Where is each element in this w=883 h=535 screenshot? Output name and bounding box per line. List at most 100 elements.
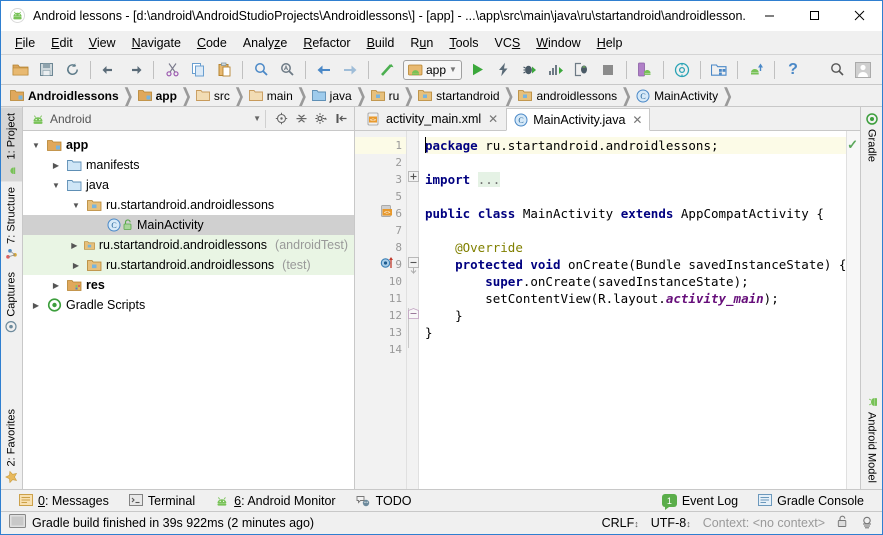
chevron-right-icon[interactable]: ▶ (29, 301, 43, 310)
menu-build[interactable]: Build (359, 33, 403, 53)
search-everywhere-icon[interactable] (825, 58, 849, 82)
debug-icon[interactable] (518, 58, 542, 82)
menu-navigate[interactable]: Navigate (124, 33, 189, 53)
toolwindow-terminal[interactable]: Terminal (119, 494, 205, 508)
tree-node-package-main[interactable]: ▼ ru.startandroid.androidlessons (23, 195, 354, 215)
attach-debugger-icon[interactable] (570, 58, 594, 82)
tree-node-app[interactable]: ▼ app (23, 135, 354, 155)
ok-check-icon[interactable]: ✓ (847, 137, 858, 153)
unlock-icon[interactable] (837, 515, 848, 531)
breadcrumb-item-mainactivity[interactable]: C MainActivity (633, 89, 721, 103)
hide-icon[interactable] (332, 110, 350, 128)
help-icon[interactable]: ? (781, 58, 805, 82)
redo-icon[interactable] (123, 58, 147, 82)
menu-analyze[interactable]: Analyze (235, 33, 295, 53)
save-all-icon[interactable] (34, 58, 58, 82)
avd-manager-icon[interactable] (633, 58, 657, 82)
sidebar-item-project[interactable]: 1: Project (1, 107, 22, 182)
breadcrumb-item-main[interactable]: main (246, 89, 296, 103)
code-editor[interactable]: 1 2 3 5 6 7 8 9 10 11 12 13 14 <> packag… (355, 131, 860, 489)
toolwindow-todo[interactable]: TODO (346, 494, 422, 508)
tree-node-manifests[interactable]: ▶ manifests (23, 155, 354, 175)
chevron-down-icon[interactable]: ▼ (29, 141, 43, 150)
toolwindow-messages[interactable]: 0: Messages (9, 494, 119, 508)
menu-help[interactable]: Help (589, 33, 631, 53)
forward-icon[interactable] (338, 58, 362, 82)
menu-vcs[interactable]: VCS (487, 33, 529, 53)
tree-node-res[interactable]: ▶ res (23, 275, 354, 295)
chevron-right-icon[interactable]: ▶ (69, 241, 80, 250)
sidebar-item-android-model[interactable]: Android Model (861, 390, 882, 489)
menu-file[interactable]: File (7, 33, 43, 53)
close-button[interactable] (837, 1, 882, 31)
copy-icon[interactable] (186, 58, 210, 82)
fold-marker-expand[interactable] (408, 171, 419, 185)
collapse-all-icon[interactable] (292, 110, 310, 128)
back-icon[interactable] (312, 58, 336, 82)
find-icon[interactable] (249, 58, 273, 82)
menu-edit[interactable]: Edit (43, 33, 81, 53)
chevron-right-icon[interactable]: ▶ (49, 161, 63, 170)
breadcrumb-item-src[interactable]: src (193, 89, 233, 103)
profile-icon[interactable] (544, 58, 568, 82)
tree-node-package-androidtest[interactable]: ▶ ru.startandroid.androidlessons (androi… (23, 235, 354, 255)
paste-icon[interactable] (212, 58, 236, 82)
sidebar-item-gradle[interactable]: Gradle (861, 107, 882, 168)
open-folder-icon[interactable] (8, 58, 32, 82)
menu-tools[interactable]: Tools (441, 33, 486, 53)
find-replace-icon[interactable] (275, 58, 299, 82)
inspections-icon[interactable] (860, 515, 874, 532)
chevron-down-icon[interactable]: ▼ (253, 114, 261, 123)
cut-icon[interactable] (160, 58, 184, 82)
build-icon[interactable] (375, 58, 399, 82)
breadcrumb-item-startandroid[interactable]: startandroid (415, 89, 502, 103)
breadcrumb-item-androidlessons[interactable]: Androidlessons (7, 89, 122, 103)
breadcrumb-item-androidlessons-pkg[interactable]: androidlessons (515, 89, 620, 103)
chevron-down-icon[interactable]: ▼ (449, 65, 457, 74)
line-separator-indicator[interactable]: CRLF↕ (602, 516, 639, 530)
locate-icon[interactable] (272, 110, 290, 128)
sync-gradle-icon[interactable] (744, 58, 768, 82)
menu-view[interactable]: View (81, 33, 124, 53)
apply-changes-icon[interactable] (492, 58, 516, 82)
toolwindow-android-monitor[interactable]: 6: Android Monitor (205, 494, 345, 508)
run-configuration-selector[interactable]: app ▼ (403, 59, 462, 80)
encoding-indicator[interactable]: UTF-8↕ (651, 516, 691, 530)
inspection-marker-bar[interactable]: ✓ (846, 131, 860, 489)
chevron-down-icon[interactable]: ▼ (49, 181, 63, 190)
breadcrumb-item-ru[interactable]: ru (368, 89, 403, 103)
editor-tab-mainactivity-java[interactable]: C MainActivity.java ✕ (506, 108, 651, 131)
fold-marker-end[interactable] (408, 308, 419, 322)
undo-icon[interactable] (97, 58, 121, 82)
close-icon[interactable]: ✕ (488, 112, 498, 126)
menu-refactor[interactable]: Refactor (295, 33, 358, 53)
sidebar-item-favorites[interactable]: 2: Favorites (1, 403, 22, 489)
stop-icon[interactable] (596, 58, 620, 82)
breadcrumb-item-java[interactable]: java (309, 89, 355, 103)
editor-tab-activity-main-xml[interactable]: <> activity_main.xml ✕ (359, 107, 506, 130)
tree-node-java[interactable]: ▼ java (23, 175, 354, 195)
overriding-method-icon[interactable] (380, 256, 395, 273)
maximize-button[interactable] (792, 1, 837, 31)
chevron-right-icon[interactable]: ▶ (49, 281, 63, 290)
code-text[interactable]: package ru.startandroid.androidlessons; … (419, 131, 846, 489)
menu-run[interactable]: Run (402, 33, 441, 53)
project-structure-icon[interactable] (707, 58, 731, 82)
status-toggle-icon[interactable] (9, 514, 26, 532)
minimize-button[interactable] (747, 1, 792, 31)
sidebar-item-captures[interactable]: Captures (1, 266, 22, 339)
sidebar-item-structure[interactable]: 7: Structure (1, 181, 22, 266)
toolwindow-gradle-console[interactable]: Gradle Console (748, 494, 874, 508)
menu-window[interactable]: Window (528, 33, 588, 53)
tree-node-mainactivity[interactable]: C MainActivity (23, 215, 354, 235)
fold-marker-collapse[interactable] (408, 257, 419, 282)
sync-project-icon[interactable] (60, 58, 84, 82)
toolwindow-event-log[interactable]: 1 Event Log (652, 494, 748, 510)
run-icon[interactable] (466, 58, 490, 82)
close-icon[interactable]: ✕ (632, 113, 642, 127)
project-view-selector[interactable]: Android ▼ (27, 108, 265, 130)
menu-code[interactable]: Code (189, 33, 235, 53)
chevron-right-icon[interactable]: ▶ (69, 261, 83, 270)
tree-node-package-test[interactable]: ▶ ru.startandroid.androidlessons (test) (23, 255, 354, 275)
chevron-down-icon[interactable]: ▼ (69, 201, 83, 210)
